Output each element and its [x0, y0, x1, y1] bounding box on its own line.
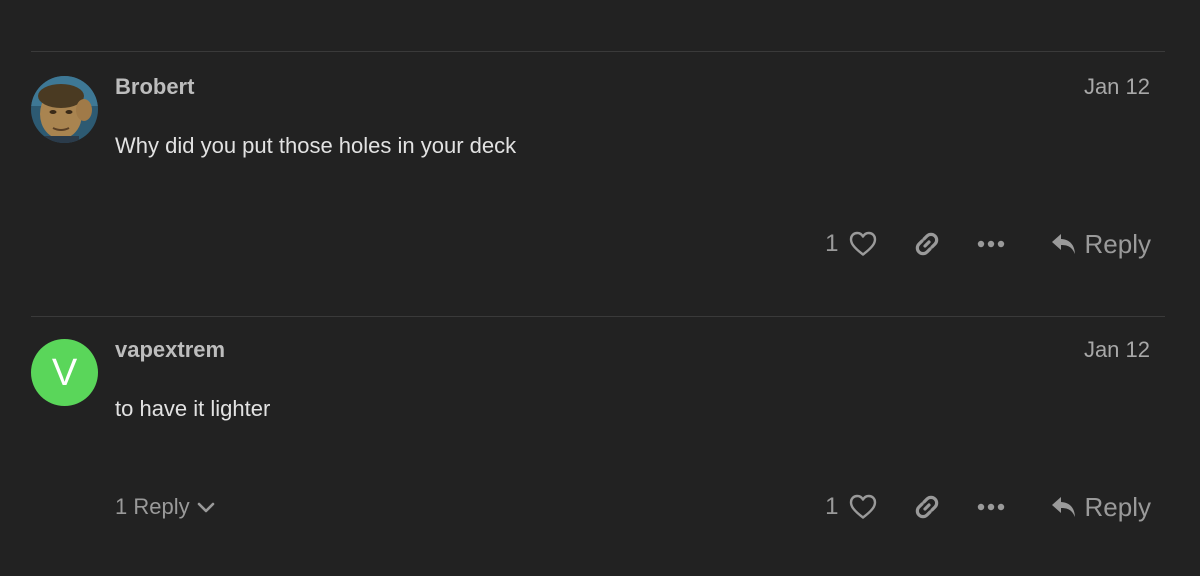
reply-button[interactable]: Reply [1051, 492, 1151, 523]
post-body: Why did you put those holes in your deck [115, 133, 517, 158]
replies-count-label: 1 Reply [115, 494, 190, 519]
like-count[interactable]: 1 [825, 493, 838, 521]
post-divider [31, 51, 1165, 52]
avatar[interactable] [31, 76, 98, 143]
link-icon [915, 232, 938, 256]
topic-posts: Brobert Jan 12 Why did you put those hol… [0, 0, 1200, 576]
post-divider [31, 316, 1165, 317]
like-button[interactable] [849, 494, 877, 520]
more-icon [977, 503, 1004, 511]
reply-button[interactable]: Reply [1051, 229, 1151, 260]
like-count[interactable]: 1 [825, 230, 838, 258]
link-icon [915, 495, 938, 519]
post-date[interactable]: Jan 12 [1084, 74, 1150, 100]
post-body: to have it lighter [115, 396, 271, 421]
show-replies-button[interactable]: 1 Reply [115, 494, 216, 520]
copy-link-button[interactable] [913, 493, 941, 521]
more-actions-button[interactable] [977, 501, 1005, 513]
reply-label: Reply [1084, 228, 1151, 259]
avatar-photo [31, 76, 98, 143]
post-actions: 1 Reply [825, 226, 1151, 262]
post-actions: 1 Reply [825, 489, 1151, 525]
heart-icon [849, 494, 876, 519]
reply-icon [1051, 497, 1075, 517]
avatar[interactable]: V [31, 339, 98, 406]
copy-link-button[interactable] [913, 230, 941, 258]
more-actions-button[interactable] [977, 238, 1005, 250]
post-username[interactable]: vapextrem [115, 337, 225, 363]
reply-icon [1051, 234, 1075, 254]
like-button[interactable] [849, 231, 877, 257]
more-icon [977, 240, 1004, 248]
heart-icon [849, 231, 876, 256]
post-date[interactable]: Jan 12 [1084, 337, 1150, 363]
chevron-down-icon [197, 502, 214, 513]
reply-label: Reply [1084, 491, 1151, 522]
post-username[interactable]: Brobert [115, 74, 194, 100]
avatar-letter: V [51, 351, 78, 394]
